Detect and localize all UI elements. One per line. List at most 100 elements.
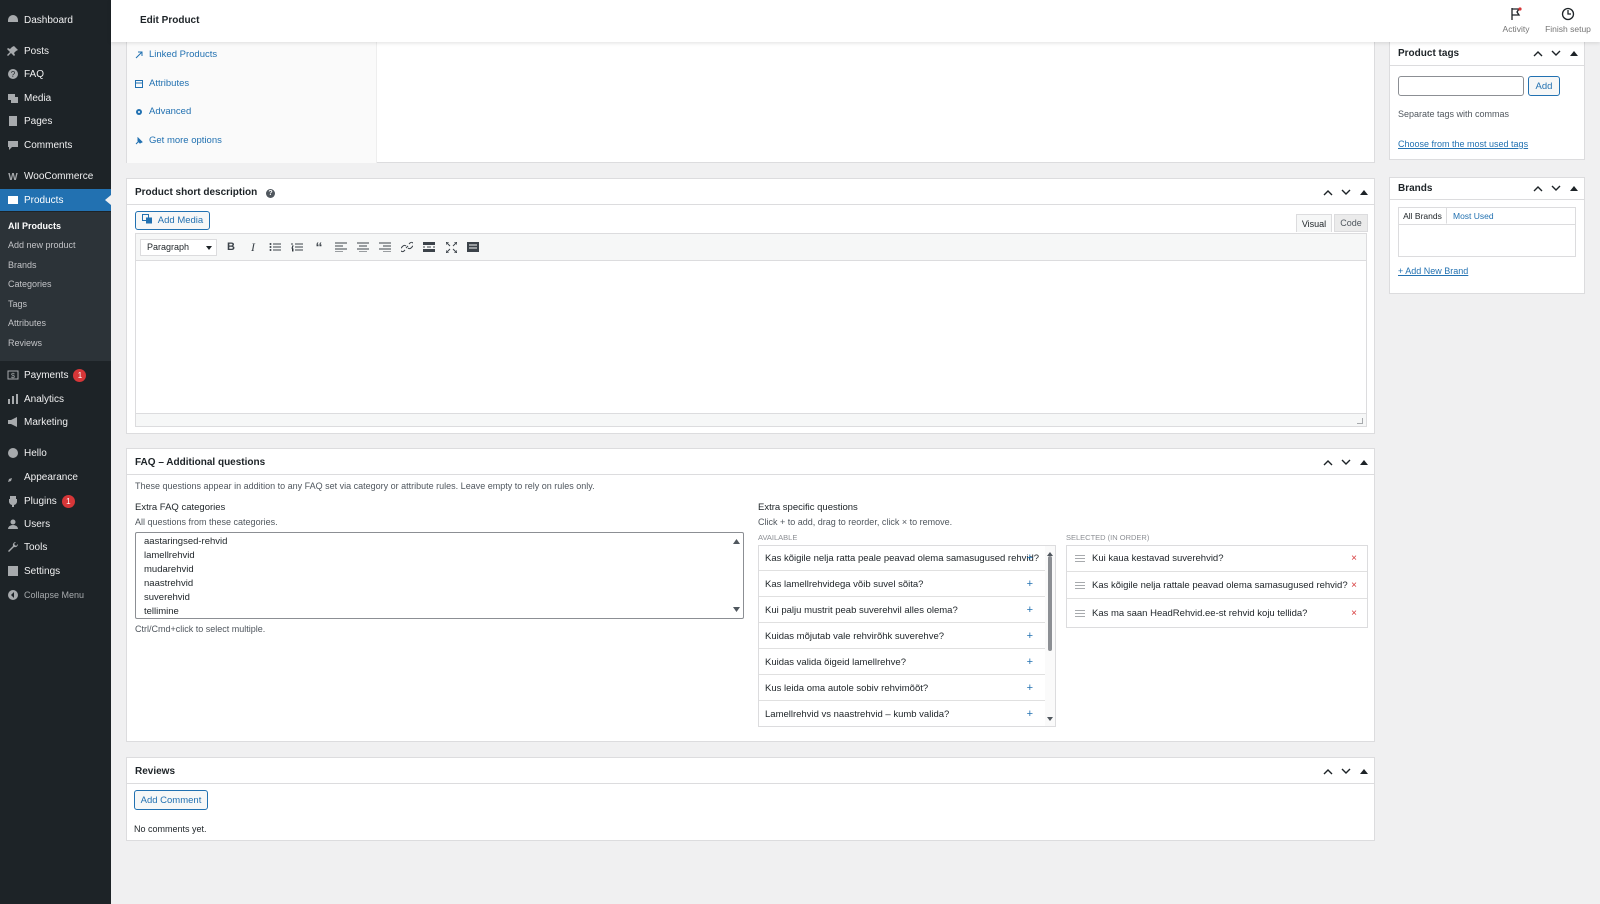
tab-visual[interactable]: Visual xyxy=(1296,214,1332,232)
finish-setup-button[interactable]: Finish setup xyxy=(1541,7,1595,34)
add-icon[interactable]: + xyxy=(1027,682,1033,694)
drag-handle-icon[interactable] xyxy=(1075,555,1085,562)
available-item[interactable]: Lamellrehvid vs naastrehvid – kumb valid… xyxy=(759,702,1045,726)
tab-attributes[interactable]: Attributes xyxy=(135,78,189,89)
move-down-icon[interactable] xyxy=(1340,766,1352,776)
available-item[interactable]: Kas lamellrehvidega võib suvel sõita? + xyxy=(759,572,1045,597)
submenu-tags[interactable]: Tags xyxy=(8,299,27,309)
tab-get-more-options[interactable]: Get more options xyxy=(135,135,222,146)
submenu-all-products[interactable]: All Products xyxy=(8,221,61,231)
available-item[interactable]: Kui palju mustrit peab suverehvil alles … xyxy=(759,598,1045,623)
menu-faq[interactable]: ? FAQ xyxy=(0,63,111,85)
italic-icon[interactable]: I xyxy=(245,239,261,255)
move-up-icon[interactable] xyxy=(1322,187,1334,197)
menu-woocommerce[interactable]: W WooCommerce xyxy=(0,165,111,187)
category-option[interactable]: naastrehvid xyxy=(144,577,227,591)
add-icon[interactable]: + xyxy=(1027,604,1033,616)
submenu-reviews[interactable]: Reviews xyxy=(8,338,42,348)
menu-tools[interactable]: Tools xyxy=(0,536,111,558)
scroll-up-icon[interactable] xyxy=(733,536,740,547)
selected-item[interactable]: Kas ma saan HeadRehvid.ee-st rehvid koju… xyxy=(1067,600,1367,626)
editor-content-area[interactable] xyxy=(136,261,1366,413)
submenu-categories[interactable]: Categories xyxy=(8,279,52,289)
align-left-icon[interactable] xyxy=(333,239,349,255)
menu-comments[interactable]: Comments xyxy=(0,134,111,156)
available-item[interactable]: Kas kõigile nelja ratta peale peavad ole… xyxy=(759,546,1045,571)
menu-settings[interactable]: Settings xyxy=(0,560,111,582)
menu-posts[interactable]: Posts xyxy=(0,40,111,62)
menu-appearance[interactable]: Appearance xyxy=(0,466,111,488)
add-icon[interactable]: + xyxy=(1027,578,1033,590)
menu-marketing[interactable]: Marketing xyxy=(0,411,111,433)
selected-item[interactable]: Kui kaua kestavad suverehvid? × xyxy=(1067,546,1367,572)
add-comment-button[interactable]: Add Comment xyxy=(134,790,208,810)
tab-most-used[interactable]: Most Used xyxy=(1453,211,1494,221)
submenu-brands[interactable]: Brands xyxy=(8,260,37,270)
tab-advanced[interactable]: Advanced xyxy=(135,106,191,117)
categories-multiselect[interactable]: aastaringsed-rehvid lamellrehvid mudareh… xyxy=(135,532,744,619)
category-option[interactable]: aastaringsed-rehvid xyxy=(144,535,227,549)
menu-users[interactable]: Users xyxy=(0,513,111,535)
scroll-down-icon[interactable] xyxy=(733,604,740,615)
bullet-list-icon[interactable] xyxy=(267,239,283,255)
toggle-panel-icon[interactable] xyxy=(1358,766,1370,776)
add-icon[interactable]: + xyxy=(1027,656,1033,668)
align-center-icon[interactable] xyxy=(355,239,371,255)
fullscreen-icon[interactable] xyxy=(443,239,459,255)
bold-icon[interactable]: B xyxy=(223,239,239,255)
move-up-icon[interactable] xyxy=(1532,48,1544,58)
add-icon[interactable]: + xyxy=(1027,552,1033,564)
toggle-panel-icon[interactable] xyxy=(1568,183,1580,193)
category-option[interactable]: lamellrehvid xyxy=(144,549,227,563)
choose-tags-link[interactable]: Choose from the most used tags xyxy=(1398,139,1528,149)
help-icon[interactable]: ? xyxy=(266,189,276,198)
toggle-panel-icon[interactable] xyxy=(1568,48,1580,58)
move-down-icon[interactable] xyxy=(1340,457,1352,467)
toggle-panel-icon[interactable] xyxy=(1358,187,1370,197)
tab-all-brands[interactable]: All Brands xyxy=(1399,208,1447,224)
tab-code[interactable]: Code xyxy=(1334,214,1368,232)
category-option[interactable]: tellimine xyxy=(144,605,227,618)
tag-input[interactable] xyxy=(1398,76,1524,96)
add-tag-button[interactable]: Add xyxy=(1528,76,1560,96)
drag-handle-icon[interactable] xyxy=(1075,609,1085,617)
category-option[interactable]: suverehvid xyxy=(144,591,227,605)
add-icon[interactable]: + xyxy=(1027,708,1033,720)
read-more-icon[interactable] xyxy=(421,239,437,255)
menu-products[interactable]: Products xyxy=(0,189,111,211)
add-new-brand-link[interactable]: + Add New Brand xyxy=(1398,266,1468,276)
remove-icon[interactable]: × xyxy=(1351,580,1357,591)
resize-handle-icon[interactable] xyxy=(1357,418,1363,424)
add-icon[interactable]: + xyxy=(1027,630,1033,642)
activity-button[interactable]: Activity xyxy=(1496,7,1536,34)
move-up-icon[interactable] xyxy=(1322,457,1334,467)
submenu-attributes[interactable]: Attributes xyxy=(8,318,46,328)
selected-item[interactable]: Kas kõigile nelja rattale peavad olema s… xyxy=(1067,573,1367,599)
available-item[interactable]: Kus leida oma autole sobiv rehvimõõt? + xyxy=(759,676,1045,701)
remove-icon[interactable]: × xyxy=(1351,553,1357,564)
available-item[interactable]: Kuidas mõjutab vale rehvirõhk suverehve?… xyxy=(759,624,1045,649)
toggle-panel-icon[interactable] xyxy=(1358,457,1370,467)
move-down-icon[interactable] xyxy=(1550,183,1562,193)
menu-collapse[interactable]: Collapse Menu xyxy=(0,584,111,606)
menu-hello[interactable]: Hello xyxy=(0,442,111,464)
move-up-icon[interactable] xyxy=(1532,183,1544,193)
available-scrollbar[interactable] xyxy=(1045,546,1055,726)
menu-pages[interactable]: Pages xyxy=(0,110,111,132)
move-down-icon[interactable] xyxy=(1340,187,1352,197)
move-down-icon[interactable] xyxy=(1550,48,1562,58)
format-select[interactable]: Paragraph xyxy=(140,238,217,256)
menu-media[interactable]: Media xyxy=(0,87,111,109)
submenu-add-new-product[interactable]: Add new product xyxy=(8,240,76,250)
move-up-icon[interactable] xyxy=(1322,766,1334,776)
add-media-button[interactable]: Add Media xyxy=(135,211,210,230)
menu-dashboard[interactable]: Dashboard xyxy=(0,9,111,31)
menu-plugins[interactable]: Plugins 1 xyxy=(0,490,111,512)
menu-payments[interactable]: $ Payments 1 xyxy=(0,364,111,386)
scroll-thumb[interactable] xyxy=(1048,556,1052,651)
category-option[interactable]: mudarehvid xyxy=(144,563,227,577)
toolbar-toggle-icon[interactable] xyxy=(465,239,481,255)
align-right-icon[interactable] xyxy=(377,239,393,255)
menu-analytics[interactable]: Analytics xyxy=(0,388,111,410)
drag-handle-icon[interactable] xyxy=(1075,582,1085,589)
